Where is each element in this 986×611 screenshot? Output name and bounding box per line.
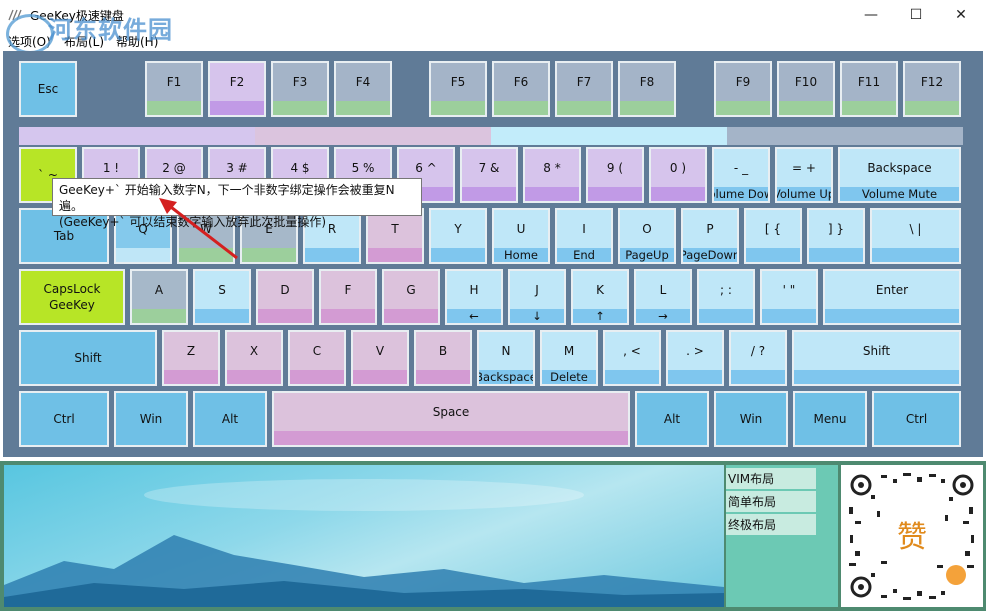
minimize-button[interactable]: —	[848, 0, 894, 30]
key-b[interactable]: B	[414, 330, 472, 386]
strip-segment	[727, 127, 963, 145]
key-f5[interactable]: F5	[429, 61, 487, 117]
keyboard-area: Esc F1 F2 F3 F4 F5 F6 F7 F8 F9 F10 F11 F…	[3, 51, 983, 457]
app-icon	[8, 9, 22, 21]
key-quote[interactable]: ' "	[760, 269, 818, 325]
key-f3[interactable]: F3	[271, 61, 329, 117]
key-backspace[interactable]: Backspace Volume Mute	[838, 147, 961, 203]
key-n[interactable]: NBackspace	[477, 330, 535, 386]
key-f12[interactable]: F12	[903, 61, 961, 117]
key-f10[interactable]: F10	[777, 61, 835, 117]
key-z[interactable]: Z	[162, 330, 220, 386]
title-bar: GeeKey极速键盘 — ☐ ✕	[0, 0, 986, 30]
key-minus[interactable]: - _Volume Down	[712, 147, 770, 203]
key-l[interactable]: L →	[634, 269, 692, 325]
key-period[interactable]: . >	[666, 330, 724, 386]
layout-item-simple[interactable]: 简单布局	[726, 491, 816, 512]
key-p[interactable]: PPageDown	[681, 208, 739, 264]
strip-segment	[255, 127, 491, 145]
close-icon: ✕	[955, 7, 967, 23]
key-slash[interactable]: / ?	[729, 330, 787, 386]
strip-segment	[491, 127, 727, 145]
key-f7[interactable]: F7	[555, 61, 613, 117]
key-f8[interactable]: F8	[618, 61, 676, 117]
key-shift-left[interactable]: Shift	[19, 330, 157, 386]
key-rbracket[interactable]: ] }	[807, 208, 865, 264]
key-c[interactable]: C	[288, 330, 346, 386]
landscape-image	[4, 465, 724, 607]
menu-bar: 选项(O) 布局(L) 帮助(H)	[0, 30, 986, 50]
key-7[interactable]: 7 &	[460, 147, 518, 203]
key-f1[interactable]: F1	[145, 61, 203, 117]
key-space[interactable]: Space	[272, 391, 630, 447]
qr-center-label: 赞	[897, 520, 927, 555]
key-capslock-geekey[interactable]: CapsLock GeeKey	[19, 269, 125, 325]
key-h[interactable]: H ←	[445, 269, 503, 325]
key-esc[interactable]: Esc	[19, 61, 77, 117]
qr-code: 赞	[841, 465, 983, 607]
key-f11[interactable]: F11	[840, 61, 898, 117]
key-s[interactable]: S	[193, 269, 251, 325]
key-a[interactable]: A	[130, 269, 188, 325]
window-title: GeeKey极速键盘	[30, 9, 124, 23]
key-j[interactable]: J ↓	[508, 269, 566, 325]
key-backslash[interactable]: \ |	[870, 208, 961, 264]
annotation-arrow-icon	[159, 198, 238, 260]
key-menu[interactable]: Menu	[793, 391, 867, 447]
maximize-button[interactable]: ☐	[893, 0, 939, 30]
key-win-left[interactable]: Win	[114, 391, 188, 447]
key-9[interactable]: 9 (	[586, 147, 644, 203]
key-semicolon[interactable]: ; :	[697, 269, 755, 325]
menu-options[interactable]: 选项(O)	[8, 33, 51, 50]
maximize-icon: ☐	[909, 7, 923, 23]
key-v[interactable]: V	[351, 330, 409, 386]
key-x[interactable]: X	[225, 330, 283, 386]
key-d[interactable]: D	[256, 269, 314, 325]
menu-layout[interactable]: 布局(L)	[64, 33, 104, 50]
bottom-panel: VIM布局 简单布局 终极布局 赞	[0, 461, 986, 611]
key-y[interactable]: Y	[429, 208, 487, 264]
minimize-icon: —	[864, 7, 878, 23]
key-f4[interactable]: F4	[334, 61, 392, 117]
key-equals[interactable]: = +Volume Up	[775, 147, 833, 203]
key-win-right[interactable]: Win	[714, 391, 788, 447]
close-button[interactable]: ✕	[938, 0, 984, 30]
key-8[interactable]: 8 *	[523, 147, 581, 203]
key-f9[interactable]: F9	[714, 61, 772, 117]
layout-list: VIM布局 简单布局 终极布局	[726, 465, 838, 607]
menu-help[interactable]: 帮助(H)	[116, 33, 158, 50]
key-lbracket[interactable]: [ {	[744, 208, 802, 264]
key-ctrl-left[interactable]: Ctrl	[19, 391, 109, 447]
key-shift-right[interactable]: Shift	[792, 330, 961, 386]
mountain-icon	[4, 479, 724, 607]
key-0[interactable]: 0 )	[649, 147, 707, 203]
key-o[interactable]: O PageUp	[618, 208, 676, 264]
key-u[interactable]: U Home	[492, 208, 550, 264]
key-f2[interactable]: F2	[208, 61, 266, 117]
key-i[interactable]: I End	[555, 208, 613, 264]
key-comma[interactable]: , <	[603, 330, 661, 386]
key-f[interactable]: F	[319, 269, 377, 325]
layout-item-ultimate[interactable]: 终极布局	[726, 514, 816, 535]
strip-segment	[19, 127, 255, 145]
key-alt-right[interactable]: Alt	[635, 391, 709, 447]
key-enter[interactable]: Enter	[823, 269, 961, 325]
layer-color-strip	[19, 127, 963, 145]
key-f6[interactable]: F6	[492, 61, 550, 117]
key-g[interactable]: G	[382, 269, 440, 325]
key-ctrl-right[interactable]: Ctrl	[872, 391, 961, 447]
key-m[interactable]: M Delete	[540, 330, 598, 386]
layout-item-vim[interactable]: VIM布局	[726, 468, 816, 489]
key-k[interactable]: K ↑	[571, 269, 629, 325]
key-alt-left[interactable]: Alt	[193, 391, 267, 447]
